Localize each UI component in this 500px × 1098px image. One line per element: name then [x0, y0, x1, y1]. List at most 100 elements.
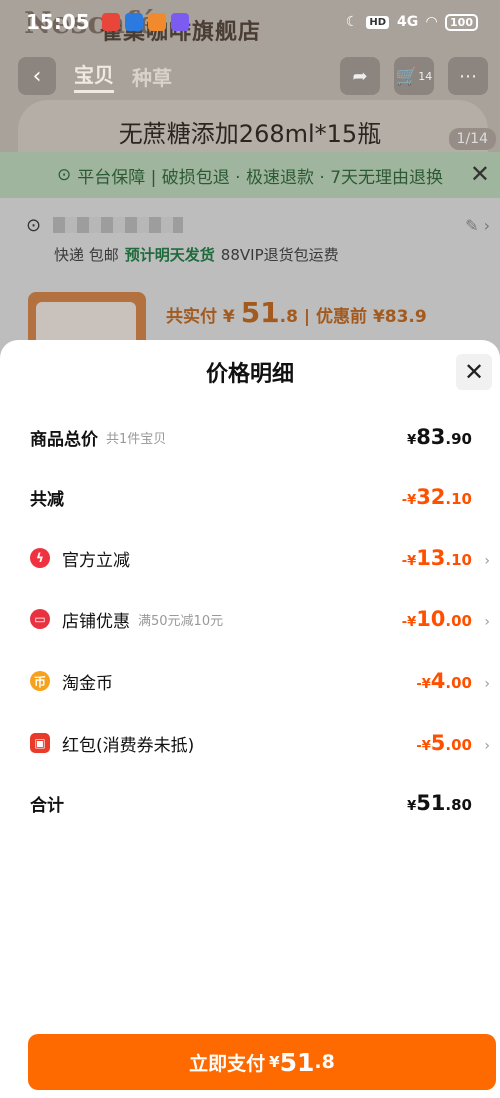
amount-currency: -¥	[416, 739, 431, 754]
chevron-right-icon: ›	[484, 738, 490, 754]
nav-actions: ➦ 🛒 14 ⋯	[340, 57, 488, 95]
row-label: 合计	[30, 795, 64, 816]
amount-currency: -¥	[401, 554, 417, 569]
more-icon: ⋯	[459, 65, 477, 87]
amount-int: 5	[430, 731, 446, 755]
app-notification-icon	[147, 13, 166, 31]
chevron-right-icon: ›	[484, 614, 490, 630]
do-not-disturb-icon: ☾	[345, 14, 359, 30]
amount-dec: .10	[445, 551, 472, 569]
amount-int: 83	[416, 425, 446, 449]
image-counter: 1/14	[448, 128, 496, 150]
bolt-icon: ϟ	[30, 548, 50, 568]
row-taojinbi[interactable]: 币 淘金币 -¥ 4.00 ›	[30, 666, 490, 696]
price-detail-sheet: 价格明细 ✕ 商品总价 共1件宝贝 ¥83.90 共减 -¥ 32.10 ϟ 官方…	[0, 340, 500, 1098]
chevron-right-icon: ›	[484, 676, 490, 692]
row-label: 店铺优惠	[62, 611, 130, 632]
cart-icon: 🛒	[395, 65, 419, 87]
summary-label: 共实付	[166, 307, 217, 327]
close-icon[interactable]: ✕	[470, 160, 490, 188]
row-shop-discount[interactable]: ▭ 店铺优惠 满50元减10元 -¥ 10.00 ›	[30, 604, 490, 634]
location-icon: ⊙	[26, 214, 42, 236]
pay-button-dec: .8	[314, 1051, 335, 1073]
shipping-row: 快递 包邮 预计明天发货 88VIP退货包运费	[54, 244, 339, 265]
amount-dec: .80	[445, 796, 472, 814]
red-packet-icon: ▣	[30, 733, 50, 753]
pay-button-label: 立即支付	[189, 1052, 266, 1075]
address-row[interactable]: ⊙ ✎ ›	[26, 210, 490, 240]
tab-item[interactable]: 宝贝	[74, 59, 114, 93]
row-amount: -¥ 13.10 ›	[402, 546, 490, 570]
signal-icon: 4G	[397, 14, 419, 30]
guarantee-text: 平台保障 | 破损包退 · 极速退款 · 7天无理由退换	[77, 167, 444, 188]
status-right: ☾ HD 4G ◠ 100	[345, 13, 478, 31]
address-redacted	[53, 217, 184, 233]
app-notification-icon	[170, 13, 189, 31]
battery-icon: 100	[445, 13, 478, 31]
tab-recommend[interactable]: 种草	[132, 62, 172, 91]
amount-int: 51	[416, 791, 446, 815]
row-sub: 共1件宝贝	[106, 431, 167, 447]
amount-currency: -¥	[416, 677, 431, 692]
amount-int: 13	[416, 546, 446, 570]
pay-button-int: 51	[279, 1047, 315, 1077]
sheet-title: 价格明细	[205, 362, 294, 387]
amount-int: 32	[416, 485, 446, 509]
row-label: 官方立减	[62, 550, 130, 571]
background-page: Nescafé 雀巢咖啡旗舰店 15:05 ☾ HD 4G ◠ 100 ‹ 宝贝…	[0, 0, 500, 360]
cart-count: 14	[418, 69, 433, 83]
row-grand-total: 合计 ¥51.80	[30, 788, 490, 818]
edit-icon[interactable]: ✎ ›	[465, 216, 490, 235]
shop-icon: ▭	[30, 609, 50, 629]
row-sub: 满50元减10元	[138, 613, 224, 629]
status-time: 15:05	[26, 10, 90, 34]
amount-int: 10	[416, 607, 446, 631]
close-button[interactable]: ✕	[456, 354, 492, 390]
more-button[interactable]: ⋯	[448, 57, 488, 95]
row-red-packet[interactable]: ▣ 红包(消费券未抵) -¥ 5.00 ›	[30, 728, 490, 758]
shield-icon: ⊙	[56, 165, 72, 185]
amount-dec: .00	[445, 674, 472, 692]
row-amount: -¥ 5.00 ›	[416, 731, 490, 755]
app-notification-icon	[101, 13, 120, 31]
product-title: 无蔗糖添加268ml*15瓶	[118, 120, 382, 148]
amount-currency: ¥	[407, 433, 417, 448]
summary-dec: .8	[279, 307, 298, 327]
row-official-discount[interactable]: ϟ 官方立减 -¥ 13.10 ›	[30, 543, 490, 573]
app-notification-icon	[124, 13, 143, 31]
row-label: 共减	[30, 489, 64, 510]
row-amount: ¥83.90	[407, 425, 490, 449]
summary-pre-price: ¥83.9	[372, 307, 427, 327]
guarantee-banner: ⊙ 平台保障 | 破损包退 · 极速退款 · 7天无理由退换 ✕	[0, 152, 500, 198]
amount-currency: -¥	[401, 615, 417, 630]
row-total-price: 商品总价 共1件宝贝 ¥83.90	[30, 422, 490, 452]
amount-dec: .10	[445, 490, 472, 508]
amount-dec: .90	[445, 430, 472, 448]
row-amount: -¥ 32.10	[402, 485, 490, 509]
share-icon: ➦	[352, 65, 368, 87]
row-amount: ¥51.80	[407, 791, 490, 815]
hd-icon: HD	[366, 15, 390, 29]
shipping-method: 快递 包邮	[54, 246, 119, 264]
summary-currency: ¥	[222, 307, 235, 327]
nav-row: ‹ 宝贝 种草 ➦ 🛒 14 ⋯	[18, 56, 488, 96]
row-label: 商品总价	[30, 429, 98, 450]
back-button[interactable]: ‹	[18, 57, 56, 95]
row-label: 红包(消费券未抵)	[62, 735, 195, 756]
chevron-left-icon: ‹	[32, 63, 42, 89]
close-icon: ✕	[463, 358, 485, 386]
cart-button[interactable]: 🛒 14	[394, 57, 434, 95]
amount-currency: -¥	[401, 493, 417, 508]
pay-button-currency: ¥	[269, 1053, 280, 1071]
amount-dec: .00	[445, 736, 472, 754]
amount-dec: .00	[445, 612, 472, 630]
pay-now-button[interactable]: 立即支付 ¥51.8	[28, 1034, 496, 1090]
status-bar: 15:05 ☾ HD 4G ◠ 100	[0, 0, 500, 44]
share-button[interactable]: ➦	[340, 57, 380, 95]
vip-return: 88VIP退货包运费	[220, 246, 339, 264]
summary-int: 51	[240, 296, 280, 329]
amount-currency: ¥	[407, 799, 417, 814]
summary-pre-label: | 优惠前	[303, 307, 368, 327]
chevron-right-icon: ›	[484, 553, 490, 569]
coin-icon: 币	[30, 671, 50, 691]
